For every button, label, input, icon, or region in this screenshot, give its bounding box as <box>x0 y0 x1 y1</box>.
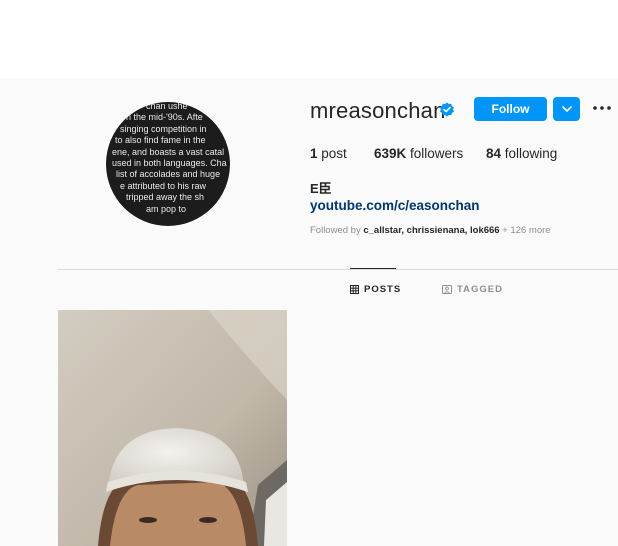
avatar-text-line: ene, and boasts a vast catal <box>112 146 225 157</box>
active-tab-indicator <box>350 268 396 269</box>
bio-website-link[interactable]: youtube.com/c/easonchan <box>310 198 480 213</box>
following-stat[interactable]: 84 following <box>486 146 557 161</box>
avatar-text-line: tripped away the sh <box>126 192 205 203</box>
grid-icon <box>350 285 359 294</box>
followed-by-text[interactable]: Followed by c_allstar, chrissienana, lok… <box>310 225 551 236</box>
profile-username: mreasonchan <box>310 98 446 123</box>
post-photo <box>58 310 287 546</box>
followed-by-prefix: Followed by <box>310 225 364 236</box>
more-options-button[interactable] <box>593 99 611 117</box>
bio-display-name: E臣 <box>310 181 332 196</box>
following-label: following <box>501 146 558 161</box>
followed-by-names: c_allstar, chrissienana, lok666 <box>363 225 500 236</box>
profile-avatar[interactable]: chan ushe n the mid-'90s. Afte singing c… <box>106 102 230 226</box>
verified-badge-icon <box>440 102 454 117</box>
avatar-text-line: am pop to <box>146 203 187 214</box>
avatar-text-line: e attributed to his raw <box>120 180 207 191</box>
posts-label: post <box>317 146 347 161</box>
follow-button[interactable]: Follow <box>474 97 547 121</box>
followers-stat[interactable]: 639K followers <box>374 146 463 161</box>
avatar-text-line: used in both languages. Cha <box>112 158 227 169</box>
post-thumbnail[interactable] <box>58 310 287 546</box>
followers-label: followers <box>406 146 464 161</box>
posts-count: 1 <box>310 146 318 161</box>
tab-posts-label: POSTS <box>364 284 402 295</box>
avatar-text-line: to also find fame in the <box>115 135 206 146</box>
following-count: 84 <box>486 146 502 161</box>
tab-tagged-label: TAGGED <box>457 284 503 295</box>
followers-count: 639K <box>374 146 407 161</box>
tag-person-icon <box>442 285 452 294</box>
tab-posts[interactable]: POSTS <box>350 284 401 295</box>
avatar-text-line: n the mid-'90s. Afte <box>126 112 203 123</box>
avatar-text-line: chan ushe <box>146 102 188 111</box>
followed-by-more: + 126 more <box>499 225 551 236</box>
posts-stat: 1 post <box>310 146 347 161</box>
tabs-divider <box>58 269 618 270</box>
avatar-text-line: list of accolades and huge <box>116 169 221 180</box>
three-dots-icon <box>593 106 611 110</box>
profile-page: chan ushe n the mid-'90s. Afte singing c… <box>0 78 618 546</box>
chevron-down-icon <box>561 106 572 112</box>
tab-tagged[interactable]: TAGGED <box>442 284 503 295</box>
suggested-accounts-dropdown-button[interactable] <box>553 97 580 121</box>
avatar-text-block: chan ushe n the mid-'90s. Afte singing c… <box>106 102 230 226</box>
avatar-text-line: singing competition in <box>120 123 207 134</box>
